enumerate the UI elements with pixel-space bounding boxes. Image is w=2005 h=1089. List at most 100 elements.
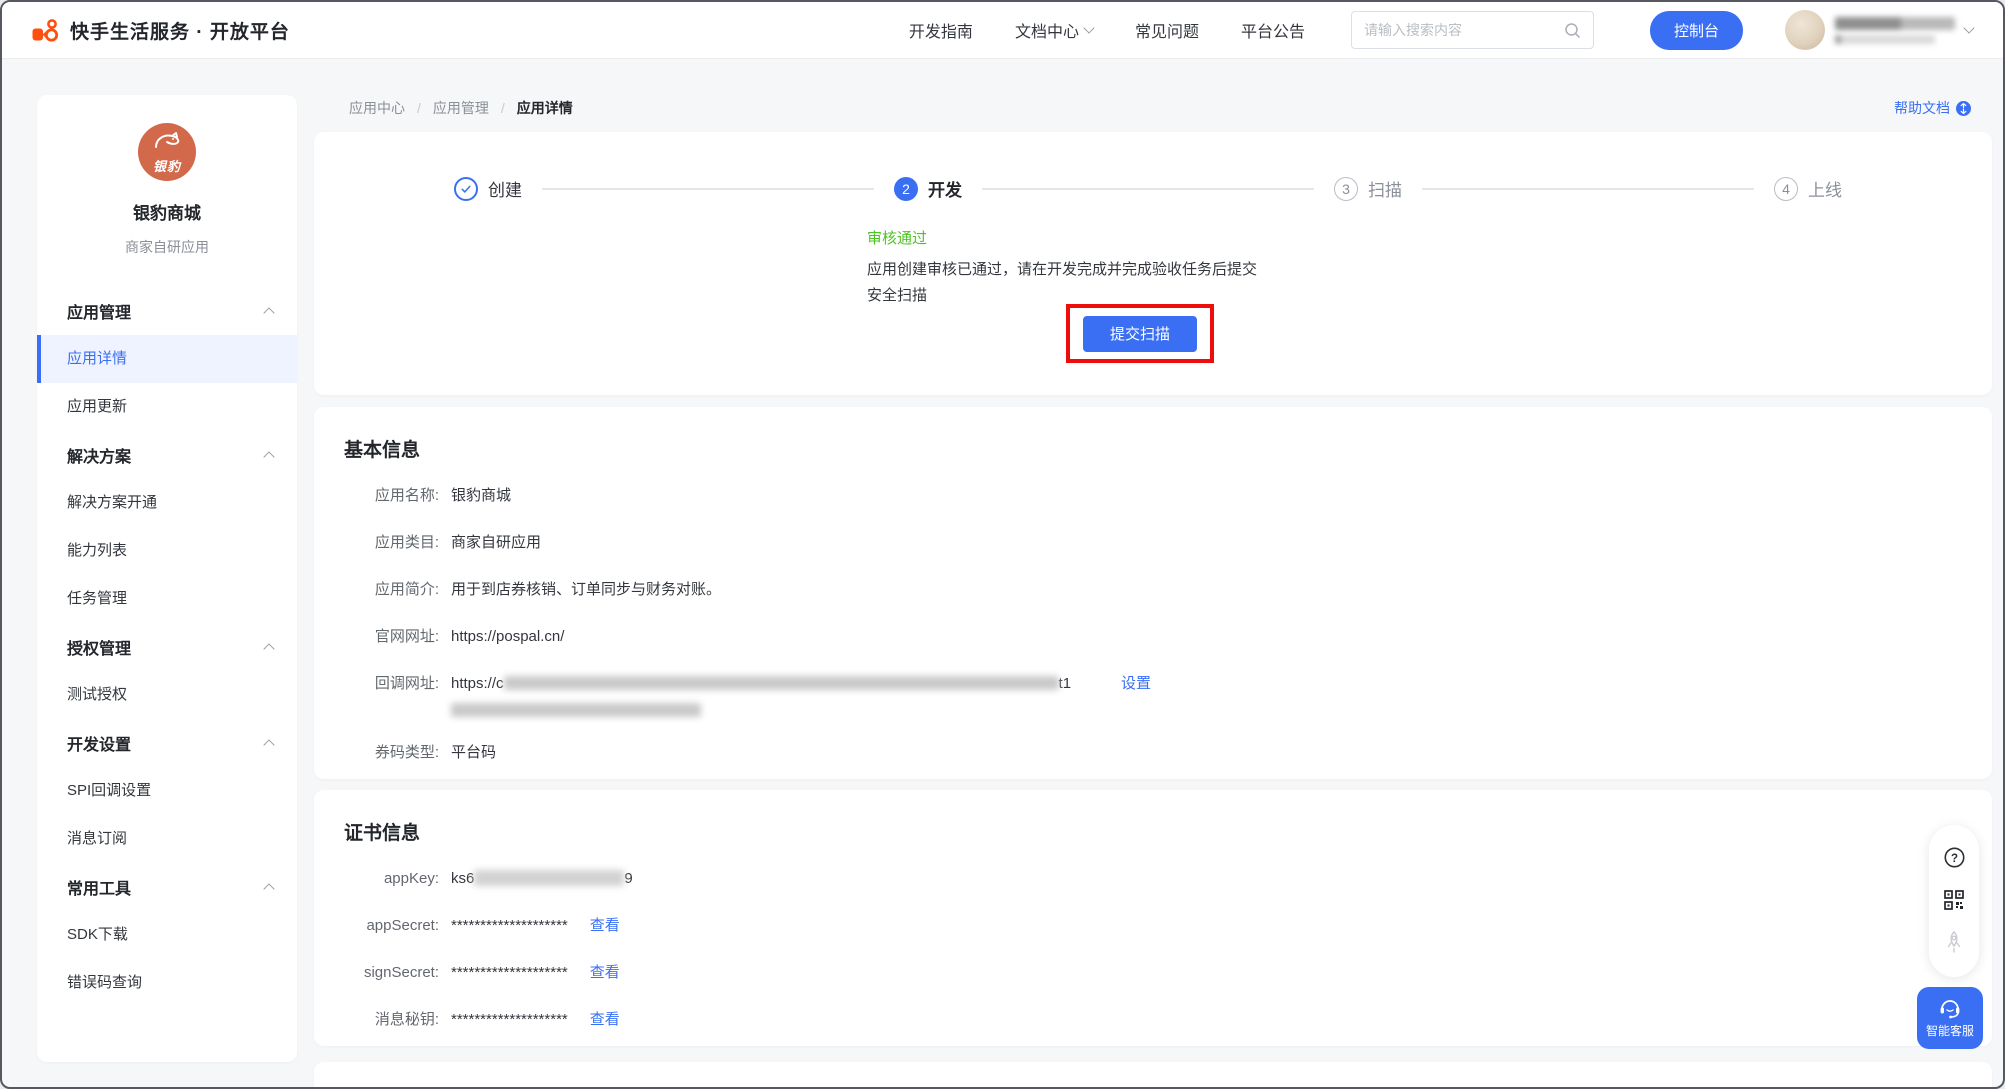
chevron-up-icon [263,883,274,894]
field-label: 应用名称: [334,485,439,507]
sidebar-item-test-authorization[interactable]: 测试授权 [37,671,297,719]
msg-secret-view-link[interactable]: 查看 [590,1009,620,1031]
field-label: 官网网址: [334,626,439,648]
nav-doc-center[interactable]: 文档中心 [1015,18,1093,42]
search-icon[interactable] [1564,22,1581,39]
item-label: 应用更新 [67,398,127,415]
step-number: 2 [894,177,918,201]
kuaishou-logo-icon [32,18,60,43]
basic-info-rows: 应用名称: 银豹商城 应用类目: 商家自研应用 应用简介: 用于到店券核销、订单… [334,485,1992,764]
page: 快手生活服务 · 开放平台 开发指南 文档中心 常见问题 平台公告 [0,0,2005,1089]
next-section-card-partial [314,1062,1992,1089]
smart-customer-service-label: 智能客服 [1926,1022,1974,1039]
help-doc-label: 帮助文档 [1894,98,1950,118]
nav-faq[interactable]: 常见问题 [1135,18,1199,42]
console-button[interactable]: 控制台 [1650,11,1743,50]
chevron-up-icon [263,739,274,750]
callback-url-prefix: https://c [451,675,504,692]
chevron-up-icon [263,643,274,654]
basic-info-card: 基本信息 应用名称: 银豹商城 应用类目: 商家自研应用 应用简介: 用于到店券… [314,407,1992,779]
field-label: 券码类型: [334,742,439,764]
sidebar-item-app-detail[interactable]: 应用详情 [37,335,297,383]
sign-secret-view-link[interactable]: 查看 [590,962,620,984]
floating-toolbar: ? [1929,825,1979,977]
help-doc-link[interactable]: 帮助文档 [1894,98,1971,118]
sidebar-item-sdk-download[interactable]: SDK下载 [37,911,297,959]
step-number: 4 [1774,177,1798,201]
sidebar-section-authorization[interactable]: 授权管理 [37,623,297,671]
app-type: 商家自研应用 [37,237,297,257]
field-label: 消息秘钥: [334,1009,439,1031]
sidebar-item-message-subscription[interactable]: 消息订阅 [37,815,297,863]
field-callback-url: 回调网址: https://ct1设置 [334,673,1992,717]
sidebar-menu: 应用管理 应用详情 应用更新 解决方案 解决方案开通 能力列表 任务管理 [37,287,297,1007]
item-label: SDK下载 [67,926,128,943]
step-create: 创建 [454,176,522,201]
smart-customer-service-button[interactable]: 智能客服 [1917,987,1983,1049]
search-input[interactable] [1364,22,1564,38]
item-label: 任务管理 [67,590,127,607]
sidebar-item-app-update[interactable]: 应用更新 [37,383,297,431]
field-app-name: 应用名称: 银豹商城 [334,485,1992,507]
nav-faq-label: 常见问题 [1135,18,1199,42]
section-title: 应用管理 [67,299,131,323]
help-question-icon[interactable]: ? [1944,847,1965,868]
qr-code-icon[interactable] [1944,890,1964,910]
app-logo: 银豹 [138,123,196,181]
brand-logo-link[interactable]: 快手生活服务 · 开放平台 [32,17,290,44]
step-label: 创建 [488,176,522,201]
nav-announcements[interactable]: 平台公告 [1241,18,1305,42]
sidebar-section-app-management[interactable]: 应用管理 [37,287,297,335]
breadcrumb-separator: / [501,100,505,116]
field-app-secret: appSecret: ******************** 查看 [334,915,1992,937]
step-scan: 3 扫描 [1334,176,1402,201]
app-name: 银豹商城 [37,199,297,224]
field-label: 应用简介: [334,579,439,601]
user-name-blur-line1 [1835,17,1955,30]
field-value: 用于到店券核销、订单同步与财务对账。 [451,579,721,601]
field-label: signSecret: [334,962,439,984]
field-app-category: 应用类目: 商家自研应用 [334,532,1992,554]
user-menu[interactable] [1785,10,1973,50]
section-title: 授权管理 [67,635,131,659]
cert-info-title: 证书信息 [334,818,1992,845]
headset-icon [1938,997,1962,1019]
field-msg-secret: 消息秘钥: ******************** 查看 [334,1009,1992,1031]
section-title: 常用工具 [67,875,131,899]
breadcrumb-app-center[interactable]: 应用中心 [349,98,405,118]
sidebar-item-error-code-lookup[interactable]: 错误码查询 [37,959,297,1007]
item-label: 消息订阅 [67,830,127,847]
sidebar-item-task-management[interactable]: 任务管理 [37,575,297,623]
search-box [1351,11,1594,49]
help-doc-icon [1956,101,1971,116]
app-logo-text: 银豹 [153,156,181,175]
app-key-blur [474,870,624,886]
user-name-redacted [1835,17,1955,44]
callback-set-link[interactable]: 设置 [1121,675,1151,692]
nav-dev-guide[interactable]: 开发指南 [909,18,973,42]
sidebar: 银豹 银豹商城 商家自研应用 应用管理 应用详情 应用更新 解决方案 解决方案开… [37,95,297,1062]
sidebar-item-solution-open[interactable]: 解决方案开通 [37,479,297,527]
progress-card: 创建 2 开发 3 扫描 4 上线 审核通过 应用创建审核已通过，请在开发完成并… [314,132,1992,395]
sidebar-section-dev-settings[interactable]: 开发设置 [37,719,297,767]
app-secret-view-link[interactable]: 查看 [590,915,620,937]
sidebar-item-spi-callback[interactable]: SPI回调设置 [37,767,297,815]
user-name-blur-line2 [1835,35,1935,44]
cert-info-card: 证书信息 appKey: ks69 appSecret: ***********… [314,790,1992,1046]
submit-scan-button[interactable]: 提交扫描 [1083,316,1197,352]
nav-dev-guide-label: 开发指南 [909,18,973,42]
step-number: 3 [1334,177,1358,201]
field-value: ******************** [451,1009,568,1031]
breadcrumb-app-detail: 应用详情 [517,98,573,118]
sidebar-section-solutions[interactable]: 解决方案 [37,431,297,479]
step-develop: 2 开发 [894,176,962,201]
step-check-icon [454,177,478,201]
breadcrumb: 应用中心 / 应用管理 / 应用详情 [349,98,573,118]
top-nav: 开发指南 文档中心 常见问题 平台公告 [909,18,1305,42]
step-launch: 4 上线 [1774,176,1842,201]
red-highlight-annotation: 提交扫描 [1066,304,1214,363]
sidebar-section-common-tools[interactable]: 常用工具 [37,863,297,911]
sidebar-item-capability-list[interactable]: 能力列表 [37,527,297,575]
breadcrumb-app-management[interactable]: 应用管理 [433,98,489,118]
rocket-icon[interactable] [1944,931,1964,955]
